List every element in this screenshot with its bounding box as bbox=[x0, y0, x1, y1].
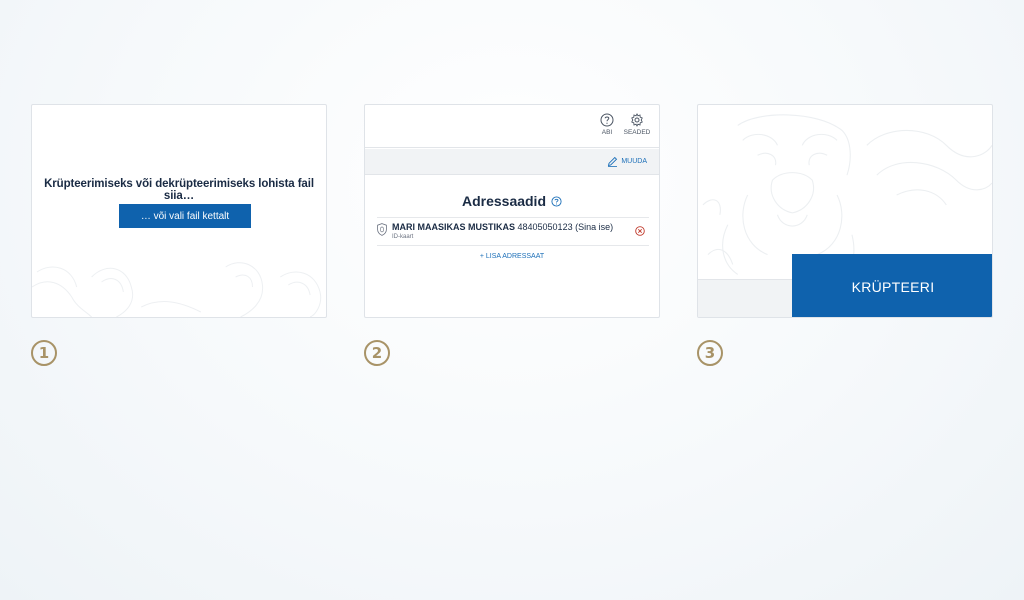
recipients-heading: Adressaadid bbox=[365, 193, 659, 209]
panel-header: ABI SEADED bbox=[365, 105, 659, 148]
recipient-name-line: MARI MAASIKAS MUSTIKAS 48405050123 (Sina… bbox=[392, 222, 613, 232]
gear-icon bbox=[631, 113, 643, 127]
pencil-icon bbox=[608, 156, 618, 167]
file-drop-panel[interactable]: Krüpteerimiseks või dekrüpteerimiseks lo… bbox=[31, 104, 327, 318]
step-2-indicator: 2 bbox=[364, 340, 390, 366]
recipient-code: 48405050123 (Sina ise) bbox=[517, 222, 614, 232]
step-3-indicator: 3 bbox=[697, 340, 723, 366]
recipient-row: MARI MAASIKAS MUSTIKAS 48405050123 (Sina… bbox=[377, 217, 649, 246]
help-button[interactable]: ABI bbox=[593, 113, 621, 136]
settings-button[interactable]: SEADED bbox=[623, 113, 651, 136]
encrypt-button[interactable]: KRÜPTEERI bbox=[792, 254, 992, 317]
info-circle-icon[interactable] bbox=[551, 195, 562, 207]
settings-label: SEADED bbox=[623, 129, 651, 136]
recipient-type: ID-kaart bbox=[392, 234, 414, 240]
drop-instruction-text: Krüpteerimiseks või dekrüpteerimiseks lo… bbox=[44, 178, 314, 202]
toolbar: MUUDA bbox=[365, 149, 659, 175]
choose-file-button[interactable]: … või vali fail kettalt bbox=[119, 204, 251, 228]
close-circle-icon[interactable] bbox=[635, 226, 645, 236]
step-1-indicator: 1 bbox=[31, 340, 57, 366]
edit-button[interactable]: MUUDA bbox=[607, 156, 647, 167]
footer-bar bbox=[698, 279, 798, 317]
shield-icon bbox=[377, 223, 387, 236]
recipient-name: MARI MAASIKAS MUSTIKAS bbox=[392, 222, 515, 232]
lion-watermark-decoration bbox=[32, 262, 322, 317]
help-label: ABI bbox=[601, 129, 613, 136]
question-circle-icon bbox=[600, 113, 614, 127]
encrypt-panel: KRÜPTEERI bbox=[697, 104, 993, 318]
recipients-title: Adressaadid bbox=[461, 193, 547, 209]
recipients-panel: ABI SEADED MUUDA Adressaadid MARI MAASIK… bbox=[364, 104, 660, 318]
add-recipient-link[interactable]: + LISA ADRESSAAT bbox=[365, 253, 659, 260]
edit-label: MUUDA bbox=[621, 158, 647, 165]
